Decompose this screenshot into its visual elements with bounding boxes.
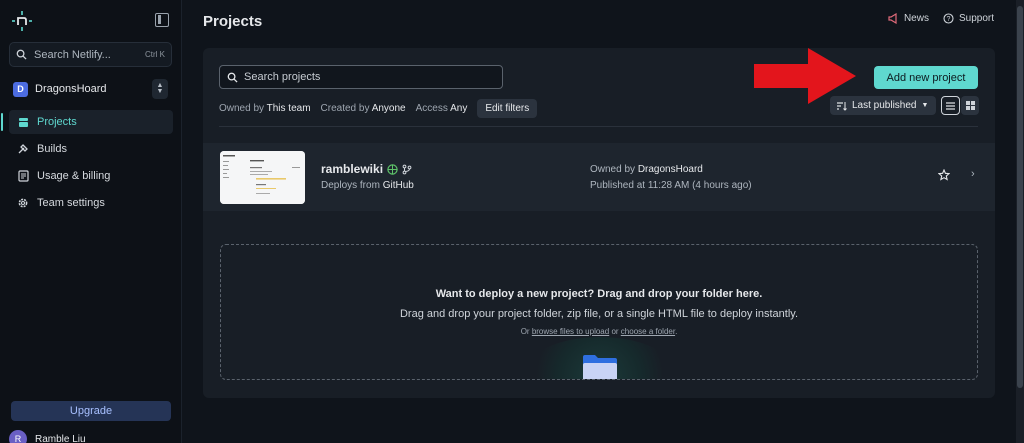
deploy-source: GitHub (382, 180, 414, 191)
deploy-prefix: Deploys from (321, 180, 380, 191)
svg-text:?: ? (947, 16, 951, 23)
filter-access[interactable]: Access Any (416, 103, 468, 114)
sidebar-item-label: Team settings (37, 197, 105, 209)
chevron-up-down-icon: ▲ ▼ (152, 79, 168, 99)
dropzone-subtitle: Drag and drop your project folder, zip f… (399, 308, 799, 320)
filter-access-label: Access (415, 103, 448, 114)
annotation-arrow-icon (754, 48, 856, 104)
global-search-placeholder: Search Netlify... (34, 48, 111, 61)
divider (219, 126, 978, 127)
projects-panel: Owned by This team Created by Anyone Acc… (203, 48, 995, 398)
filter-owned[interactable]: Owned by This team (219, 103, 311, 114)
grid-view-toggle[interactable] (961, 96, 979, 115)
project-thumbnail[interactable] (220, 151, 305, 204)
user-name: Ramble Liu (35, 433, 86, 443)
global-search[interactable]: Search Netlify... Ctrl K (9, 42, 172, 67)
dropzone-links: Or browse files to upload or choose a fo… (221, 327, 977, 336)
dropzone-or: Or (520, 327, 530, 336)
sort-label: Last published (852, 100, 917, 111)
list-icon (946, 101, 955, 110)
help-circle-icon: ? (943, 13, 954, 24)
search-icon (227, 72, 238, 83)
billing-icon (17, 170, 29, 182)
search-shortcut: Ctrl K (145, 50, 165, 59)
avatar: R (9, 430, 27, 443)
git-branch-icon (402, 164, 412, 174)
projects-icon (17, 116, 29, 128)
choose-folder-link[interactable]: choose a folder (621, 327, 675, 336)
sidebar-item-builds[interactable]: Builds (9, 137, 173, 161)
dropzone-or-2: or (611, 327, 619, 336)
search-icon (16, 49, 27, 60)
netlify-logo-icon[interactable] (11, 10, 33, 32)
news-link[interactable]: News (888, 13, 929, 24)
project-search[interactable] (219, 65, 503, 89)
project-row[interactable]: ramblewiki Deploys from GitHub Owned by … (203, 143, 995, 211)
owner-name: DragonsHoard (637, 164, 703, 175)
sidebar-item-label: Usage & billing (37, 170, 111, 182)
globe-icon (387, 163, 398, 175)
grid-icon (965, 101, 975, 110)
project-owner: Owned by DragonsHoard (590, 164, 703, 175)
list-view-toggle[interactable] (941, 96, 960, 115)
filter-bar: Owned by This team Created by Anyone Acc… (219, 99, 538, 118)
sidebar-item-label: Builds (37, 143, 67, 155)
star-icon[interactable] (938, 169, 950, 181)
team-name: DragonsHoard (35, 83, 107, 95)
browse-files-link[interactable]: browse files to upload (532, 327, 609, 336)
team-avatar: D (13, 81, 28, 97)
filter-owned-value: This team (266, 103, 311, 114)
user-menu[interactable]: R Ramble Liu (9, 430, 86, 443)
filter-created-value: Anyone (371, 103, 406, 114)
top-links: News ? Support (888, 13, 994, 24)
sidebar-item-usage-billing[interactable]: Usage & billing (9, 164, 173, 188)
dropzone-title: Want to deploy a new project? Drag and d… (435, 288, 763, 300)
filter-access-value: Any (450, 103, 468, 114)
gear-icon (17, 197, 29, 209)
team-switcher[interactable]: D DragonsHoard ▲ ▼ (9, 77, 172, 101)
upgrade-button[interactable]: Upgrade (11, 401, 171, 421)
project-name-wrap: ramblewiki (321, 162, 412, 176)
filter-created[interactable]: Created by Anyone (321, 103, 406, 114)
sidebar-item-projects[interactable]: Projects (1, 110, 173, 134)
sidebar-item-label: Projects (37, 116, 77, 128)
project-published: Published at 11:28 AM (4 hours ago) (590, 180, 752, 191)
owner-prefix: Owned by (590, 164, 636, 175)
support-link[interactable]: ? Support (943, 13, 994, 24)
megaphone-icon (888, 13, 897, 24)
chevron-down-icon: ▼ (921, 102, 929, 109)
chevron-right-icon[interactable]: › (971, 168, 975, 180)
news-label: News (903, 13, 929, 24)
sidebar-item-team-settings[interactable]: Team settings (9, 191, 173, 215)
scrollbar-thumb[interactable] (1017, 6, 1023, 388)
project-deploy-source: Deploys from GitHub (321, 180, 414, 191)
project-search-input[interactable] (244, 71, 494, 83)
project-name[interactable]: ramblewiki (321, 162, 383, 176)
page-title: Projects (203, 13, 263, 30)
filter-created-label: Created by (320, 103, 370, 114)
edit-filters-button[interactable]: Edit filters (477, 99, 538, 118)
folder-icon (583, 355, 617, 379)
app-root: Search Netlify... Ctrl K D DragonsHoard … (0, 0, 1024, 443)
sidebar-nav: Projects Builds Usage & billing Team set… (0, 110, 182, 218)
add-new-project-button[interactable]: Add new project (874, 66, 978, 89)
sidebar: Search Netlify... Ctrl K D DragonsHoard … (0, 0, 182, 443)
dropzone-period: . (675, 327, 678, 336)
filter-owned-label: Owned by (219, 103, 265, 114)
deploy-dropzone[interactable]: Want to deploy a new project? Drag and d… (220, 244, 978, 380)
builds-icon (17, 143, 29, 155)
support-label: Support (958, 13, 994, 24)
collapse-sidebar-icon[interactable] (155, 13, 169, 27)
